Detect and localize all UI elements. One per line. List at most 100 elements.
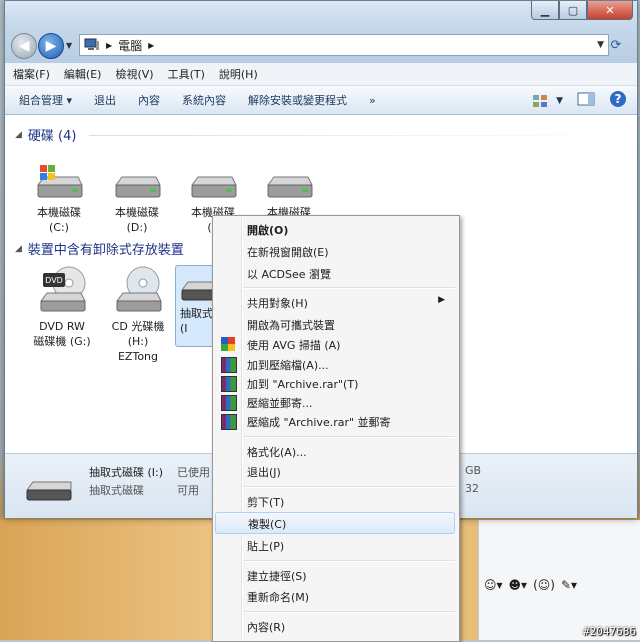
maximize-button[interactable]: ▢	[559, 1, 587, 20]
help-icon[interactable]: ?	[609, 90, 627, 111]
back-button[interactable]: ◀	[11, 33, 37, 59]
menu-item-open[interactable]: 開啟(O)	[215, 219, 455, 239]
close-button[interactable]: ✕	[587, 1, 633, 20]
preview-pane-icon[interactable]	[577, 92, 595, 109]
refresh-icon[interactable]: ⟳	[605, 36, 627, 54]
menu-item-compress-rar-email[interactable]: 壓縮成 "Archive.rar" 並郵寄	[215, 411, 455, 431]
menu-item-label: 壓縮成 "Archive.rar" 並郵寄	[247, 416, 391, 429]
menu-item-label: 加到壓縮檔(A)...	[247, 359, 329, 372]
menu-separator	[243, 486, 455, 488]
winrar-icon	[221, 357, 237, 373]
menu-edit[interactable]: 編輯(E)	[64, 66, 102, 82]
menu-item-label: 貼上(P)	[247, 540, 285, 553]
collapse-triangle-icon[interactable]: ◢	[15, 244, 22, 254]
submenu-arrow-icon: ▶	[438, 295, 445, 305]
menu-item-label: 建立捷徑(S)	[247, 570, 307, 583]
menu-item-compress-email[interactable]: 壓縮並郵寄...	[215, 392, 455, 412]
menu-item-avg-scan[interactable]: 使用 AVG 掃描 (A)	[215, 334, 455, 354]
eject-button[interactable]: 退出	[94, 92, 116, 108]
menu-item-label: 壓縮並郵寄...	[247, 397, 313, 410]
watermark: #2047686	[583, 625, 636, 638]
menu-item-label: 以 ACDSee 瀏覽	[247, 268, 331, 281]
drive-h-cd[interactable]: CD 光碟機 (H:) EZTong	[105, 265, 171, 364]
more-commands-button[interactable]: »	[369, 94, 376, 107]
forward-button[interactable]: ▶	[38, 33, 64, 59]
organize-button[interactable]: 組合管理 ▾	[19, 92, 72, 108]
menu-item-label: 共用對象(H)	[247, 297, 308, 310]
view-options-icon[interactable]: ▼	[532, 94, 563, 108]
drive-label: 本機磁碟	[37, 206, 81, 219]
dvd-drive-icon: DVD	[40, 266, 86, 312]
minimize-button[interactable]: ▁	[531, 1, 559, 20]
address-bar: ◀ ▶ ▼ ▶ 電腦 ▶ ▼ ⟳	[5, 27, 637, 63]
drive-label: DVD RW	[39, 320, 85, 333]
hard-drive-icon	[191, 176, 237, 198]
cd-drive-icon	[116, 266, 162, 312]
menu-item-open-new-window[interactable]: 在新視窗開啟(E)	[215, 241, 455, 261]
menu-item-label: 格式化(A)...	[247, 446, 307, 459]
smiley-icon[interactable]: ☺▾	[484, 578, 503, 592]
group-header-removable[interactable]: ◢ 裝置中含有卸除式存放裝置	[15, 239, 184, 258]
command-bar: 組合管理 ▾ 退出 內容 系統內容 解除安裝或變更程式 » ▼ ?	[5, 86, 637, 115]
uninstall-button[interactable]: 解除安裝或變更程式	[248, 92, 347, 108]
wink-icon[interactable]: ☻▾	[509, 578, 528, 592]
menu-item-open-portable[interactable]: 開啟為可攜式裝置	[215, 314, 455, 334]
menu-separator	[243, 611, 455, 613]
menu-file[interactable]: 檔案(F)	[13, 66, 50, 82]
group-header-hard-disks[interactable]: ◢ 硬碟 (4)	[15, 125, 76, 144]
chevron-down-icon[interactable]: ▼	[597, 40, 604, 50]
winrar-icon	[221, 395, 237, 411]
properties-button[interactable]: 內容	[138, 92, 160, 108]
menu-item-label: 開啟(O)	[247, 224, 289, 237]
menu-item-label: 內容(R)	[247, 621, 286, 634]
menu-item-create-shortcut[interactable]: 建立捷徑(S)	[215, 565, 455, 585]
menu-item-eject[interactable]: 退出(J)	[215, 461, 455, 481]
menu-tools[interactable]: 工具(T)	[168, 66, 205, 82]
drive-letter: (D:)	[126, 221, 148, 234]
organize-label: 組合管理	[19, 94, 63, 107]
svg-text:?: ?	[615, 92, 622, 106]
drive-g-dvd[interactable]: DVD DVD RW 磁碟機 (G:)	[29, 265, 95, 349]
menu-item-properties[interactable]: 內容(R)	[215, 616, 455, 636]
menu-item-cut[interactable]: 剪下(T)	[215, 491, 455, 511]
removable-drive-icon	[26, 481, 72, 501]
history-dropdown-icon[interactable]: ▼	[66, 41, 72, 50]
address-field[interactable]: ▶ 電腦 ▶ ▼	[79, 34, 609, 56]
chat-emoticon-toolbar: ☺▾ ☻▾ (☺) ✎▾	[478, 572, 640, 598]
menu-item-share-with[interactable]: 共用對象(H) ▶	[215, 292, 455, 312]
details-name: 抽取式磁碟 (I:)	[89, 466, 164, 479]
menu-item-copy[interactable]: 複製(C)	[215, 512, 455, 534]
menu-item-rename[interactable]: 重新命名(M)	[215, 586, 455, 606]
menu-separator	[243, 560, 455, 562]
system-properties-button[interactable]: 系統內容	[182, 92, 226, 108]
menu-item-label: 剪下(T)	[247, 496, 285, 509]
menu-item-acdsee[interactable]: 以 ACDSee 瀏覽	[215, 263, 455, 283]
drive-label: 本機磁碟	[115, 206, 159, 219]
drive-c[interactable]: 本機磁碟 (C:)	[26, 165, 92, 235]
menu-view[interactable]: 檢視(V)	[115, 66, 153, 82]
chevron-right-icon[interactable]: ▶	[106, 41, 112, 50]
menu-item-add-to-archive[interactable]: 加到壓縮檔(A)...	[215, 354, 455, 374]
hard-drive-icon	[115, 176, 161, 198]
speech-icon[interactable]: ✎▾	[561, 578, 577, 592]
drive-f[interactable]: 本機磁碟	[256, 165, 322, 220]
menu-item-label: 複製(C)	[248, 518, 287, 531]
menu-item-format[interactable]: 格式化(A)...	[215, 441, 455, 461]
drive-label: CD 光碟機	[111, 320, 165, 333]
menu-item-label: 加到 "Archive.rar"(T)	[247, 378, 359, 391]
menu-item-label: 退出(J)	[247, 466, 281, 479]
winrar-icon	[221, 414, 237, 430]
volume-name: EZTong	[117, 350, 159, 363]
menu-bar: 檔案(F) 編輯(E) 檢視(V) 工具(T) 說明(H)	[5, 63, 637, 86]
menu-item-label: 使用 AVG 掃描 (A)	[247, 339, 341, 352]
emoticon-icon[interactable]: (☺)	[533, 578, 555, 592]
drive-d[interactable]: 本機磁碟 (D:)	[104, 165, 170, 235]
collapse-triangle-icon[interactable]: ◢	[15, 130, 22, 140]
group-divider	[89, 135, 629, 136]
menu-item-add-to-archive-rar[interactable]: 加到 "Archive.rar"(T)	[215, 373, 455, 393]
dvd-badge: DVD	[45, 276, 63, 285]
menu-item-paste[interactable]: 貼上(P)	[215, 535, 455, 555]
chevron-right-icon[interactable]: ▶	[148, 41, 154, 50]
address-path[interactable]: 電腦	[118, 37, 142, 54]
menu-help[interactable]: 說明(H)	[219, 66, 258, 82]
